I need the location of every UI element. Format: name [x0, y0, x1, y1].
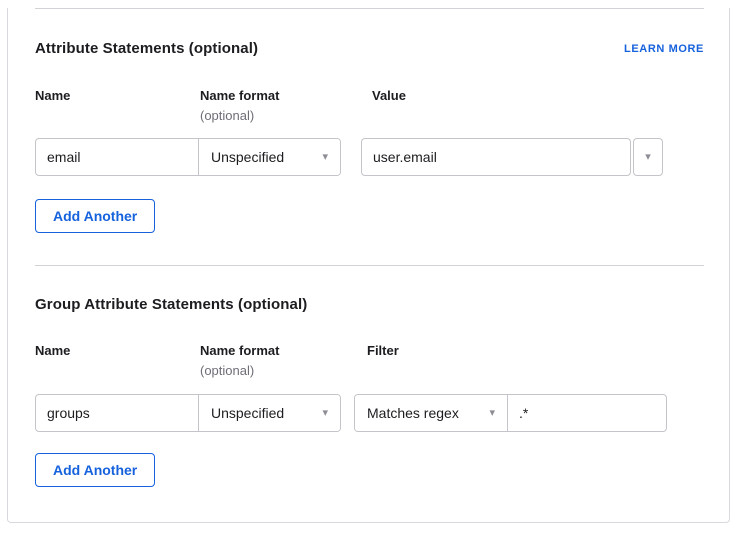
attribute-value-input[interactable]: [361, 138, 631, 176]
add-another-group-attribute-button[interactable]: Add Another: [35, 453, 155, 487]
attribute-name-format-select[interactable]: Unspecified ▾: [198, 139, 340, 175]
top-divider: [35, 8, 704, 9]
attribute-statement-row: Unspecified ▾ ▾: [35, 138, 704, 176]
attribute-value-group: ▾: [361, 138, 663, 176]
attribute-value-dropdown-button[interactable]: ▾: [633, 138, 663, 176]
learn-more-link[interactable]: LEARN MORE: [624, 43, 704, 55]
group-attribute-name-input[interactable]: [36, 395, 198, 431]
column-label-value: Value: [365, 87, 406, 125]
column-label-name: Name: [35, 342, 200, 380]
chevron-down-icon: ▾: [645, 152, 651, 163]
group-attribute-statements-title: Group Attribute Statements (optional): [35, 294, 307, 316]
attribute-statements-title: Attribute Statements (optional): [35, 38, 258, 60]
attribute-name-format-selected: Unspecified: [211, 149, 284, 165]
name-format-optional-note: (optional): [200, 107, 365, 125]
chevron-down-icon: ▾: [489, 408, 495, 419]
chevron-down-icon: ▾: [322, 408, 328, 419]
chevron-down-icon: ▾: [322, 152, 328, 163]
group-filter-type-selected: Matches regex: [367, 405, 459, 421]
section-divider: [35, 265, 704, 266]
group-filter-group: Matches regex ▾: [354, 394, 667, 432]
column-label-filter: Filter: [365, 342, 399, 380]
attribute-name-input[interactable]: [36, 139, 198, 175]
group-attribute-statements-header: Group Attribute Statements (optional): [35, 294, 704, 316]
column-label-name-format: Name format (optional): [200, 87, 365, 125]
settings-card: Attribute Statements (optional) LEARN MO…: [7, 8, 730, 523]
group-name-format-selected: Unspecified: [211, 405, 284, 421]
group-name-format-select[interactable]: Unspecified ▾: [198, 395, 340, 431]
name-format-optional-note: (optional): [200, 362, 365, 380]
column-label-name: Name: [35, 87, 200, 125]
group-filter-value-input[interactable]: [508, 395, 666, 431]
group-attribute-column-labels: Name Name format (optional) Filter: [35, 342, 704, 380]
add-another-attribute-button[interactable]: Add Another: [35, 199, 155, 233]
group-name-format-group: Unspecified ▾: [35, 394, 341, 432]
group-attribute-statement-row: Unspecified ▾ Matches regex ▾: [35, 394, 704, 432]
attribute-name-format-group: Unspecified ▾: [35, 138, 341, 176]
column-label-name-format: Name format (optional): [200, 342, 365, 380]
attribute-statements-column-labels: Name Name format (optional) Value: [35, 87, 704, 125]
group-filter-type-select[interactable]: Matches regex ▾: [355, 395, 508, 431]
attribute-statements-header: Attribute Statements (optional) LEARN MO…: [35, 38, 704, 60]
